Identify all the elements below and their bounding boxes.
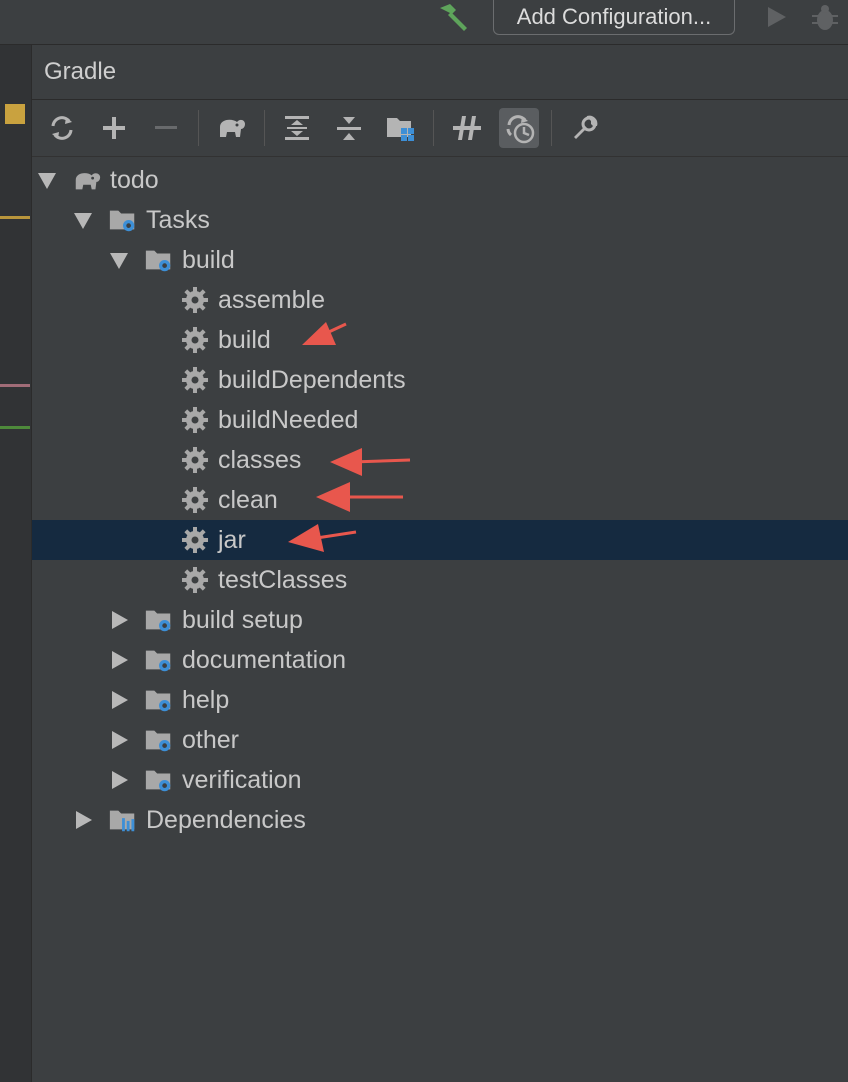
tree-label-root: todo — [110, 166, 159, 194]
toolbar-separator — [433, 110, 434, 146]
task-label: testClasses — [218, 566, 348, 594]
tree-task-row-selected[interactable]: jar — [32, 520, 848, 560]
folder-gear-icon — [145, 690, 171, 712]
folder-gear-icon — [145, 730, 171, 752]
task-label: classes — [218, 446, 302, 474]
add-icon — [103, 117, 125, 139]
change-marker — [0, 384, 30, 387]
expand-arrow-icon[interactable] — [110, 253, 128, 269]
folder-gear-icon — [145, 650, 171, 672]
expand-all-icon — [285, 116, 309, 140]
group-label: verification — [182, 766, 302, 794]
tree-node-group[interactable]: other — [32, 720, 848, 760]
expand-arrow-icon[interactable] — [112, 651, 128, 669]
folder-gear-icon — [109, 210, 135, 232]
group-modules-button[interactable] — [381, 108, 421, 148]
task-label: buildDependents — [218, 366, 406, 394]
task-label: clean — [218, 486, 278, 514]
tree-task-row[interactable]: buildDependents — [32, 360, 848, 400]
folder-library-icon — [109, 810, 135, 832]
refresh-icon — [51, 116, 73, 140]
tree-task-row[interactable]: build — [32, 320, 848, 360]
gear-icon — [182, 327, 208, 353]
hammer-icon[interactable] — [436, 2, 472, 32]
tree-label-build-group: build — [182, 246, 235, 274]
add-button[interactable] — [94, 108, 134, 148]
expand-arrow-icon[interactable] — [112, 691, 128, 709]
tree-node-build-group[interactable]: build — [32, 240, 848, 280]
expand-arrow-icon[interactable] — [76, 811, 92, 829]
tree-label-dependencies: Dependencies — [146, 806, 306, 834]
folder-gear-icon — [145, 250, 171, 272]
gear-icon — [182, 567, 208, 593]
warning-marker[interactable] — [5, 104, 25, 124]
tree-node-group[interactable]: help — [32, 680, 848, 720]
gear-icon — [182, 487, 208, 513]
tree-task-row[interactable]: testClasses — [32, 560, 848, 600]
tree-task-row[interactable]: buildNeeded — [32, 400, 848, 440]
tree-task-row[interactable]: classes — [32, 440, 848, 480]
gradle-settings-button[interactable] — [565, 108, 605, 148]
task-label: buildNeeded — [218, 406, 359, 434]
gear-icon — [182, 447, 208, 473]
gradle-toolbar — [32, 100, 848, 157]
gradle-panel: Gradle todo Tasks build assemble build b… — [32, 45, 848, 1082]
group-label: documentation — [182, 646, 347, 674]
expand-arrow-icon[interactable] — [74, 213, 92, 229]
expand-arrow-icon[interactable] — [112, 771, 128, 789]
tree-task-row[interactable]: assemble — [32, 280, 848, 320]
refresh-button[interactable] — [42, 108, 82, 148]
toolbar-separator — [264, 110, 265, 146]
remove-button[interactable] — [146, 108, 186, 148]
task-label: build — [218, 326, 271, 354]
run-icon[interactable] — [764, 5, 788, 29]
folder-gear-icon — [145, 610, 171, 632]
gear-icon — [182, 407, 208, 433]
toolbar-separator — [551, 110, 552, 146]
gear-icon — [182, 287, 208, 313]
folder-gear-icon — [145, 770, 171, 792]
group-modules-icon — [387, 118, 414, 141]
toggle-offline-button[interactable] — [447, 108, 487, 148]
tree-node-group[interactable]: build setup — [32, 600, 848, 640]
toolbar-separator — [198, 110, 199, 146]
expand-arrow-icon[interactable] — [112, 611, 128, 629]
group-label: help — [182, 686, 230, 714]
tree-node-group[interactable]: documentation — [32, 640, 848, 680]
gear-icon — [182, 367, 208, 393]
gradle-elephant-icon — [75, 173, 101, 190]
tree-node-root[interactable]: todo — [32, 160, 848, 200]
collapse-all-icon — [337, 117, 361, 140]
settings-wrench-icon — [574, 115, 598, 139]
task-label: assemble — [218, 286, 325, 314]
tree-node-tasks[interactable]: Tasks — [32, 200, 848, 240]
panel-header: Gradle — [32, 45, 848, 100]
remove-icon — [155, 126, 177, 129]
change-marker — [0, 426, 30, 429]
tree-node-dependencies[interactable]: Dependencies — [32, 800, 848, 840]
tree-task-row[interactable]: clean — [32, 480, 848, 520]
gear-icon — [182, 527, 208, 553]
tree-node-group[interactable]: verification — [32, 760, 848, 800]
expand-arrow-icon[interactable] — [38, 173, 56, 189]
group-label: other — [182, 726, 239, 754]
top-toolbar: Add Configuration... — [0, 0, 848, 45]
elephant-icon — [220, 119, 245, 137]
expand-all-button[interactable] — [277, 108, 317, 148]
task-label: jar — [218, 526, 246, 554]
group-label: build setup — [182, 606, 303, 634]
editor-gutter — [0, 45, 32, 1082]
toggle-offline-icon — [453, 116, 481, 140]
execute-gradle-task-button[interactable] — [211, 108, 251, 148]
show-history-icon — [506, 115, 535, 144]
collapse-all-button[interactable] — [329, 108, 369, 148]
add-configuration-button[interactable]: Add Configuration... — [493, 0, 735, 35]
panel-title: Gradle — [44, 58, 117, 85]
show-history-button[interactable] — [499, 108, 539, 148]
debug-icon[interactable] — [810, 3, 840, 33]
tree-label-tasks: Tasks — [146, 206, 210, 234]
expand-arrow-icon[interactable] — [112, 731, 128, 749]
change-marker — [0, 216, 30, 219]
